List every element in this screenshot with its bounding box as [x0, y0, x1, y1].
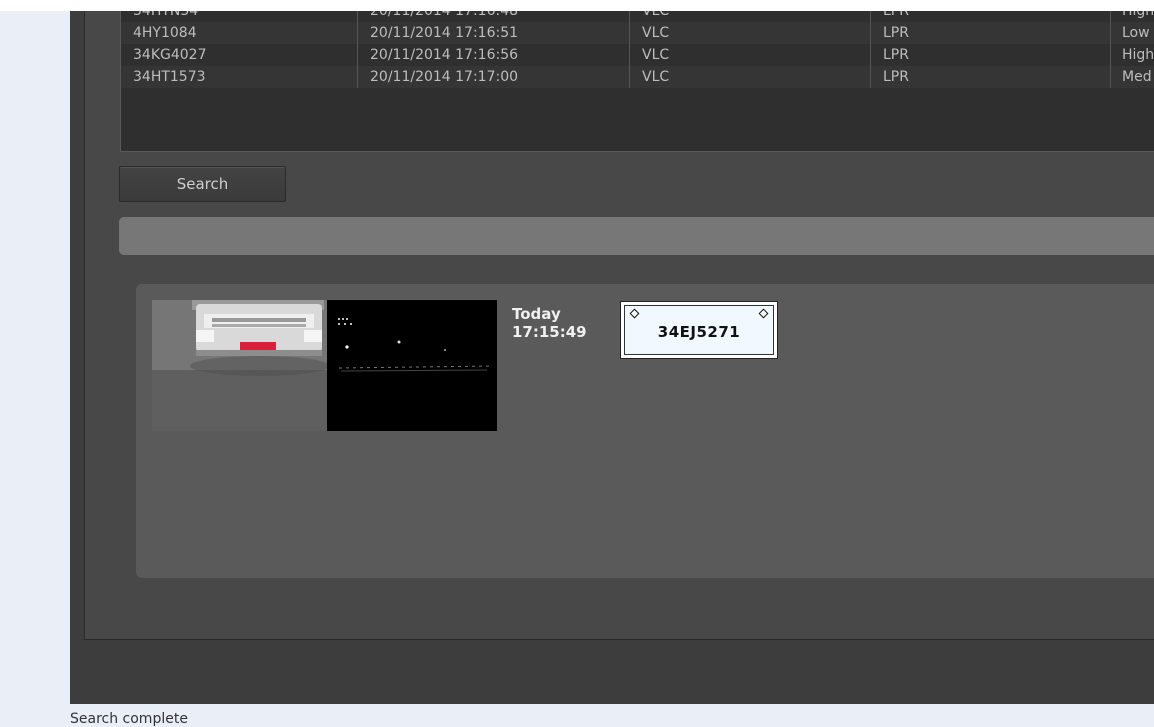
vehicle-color-thumbnail[interactable] — [152, 300, 327, 431]
datetime-cell: 20/11/2014 17:16:48 — [358, 11, 630, 22]
progress-bar — [119, 217, 1154, 255]
source-cell: VLC — [630, 11, 871, 22]
source-cell: VLC — [630, 66, 871, 88]
search-button[interactable]: Search — [119, 166, 286, 202]
truck-front-image — [152, 300, 327, 431]
confidence-cell: Low — [1122, 25, 1150, 41]
plate-bolt-icon — [758, 308, 769, 319]
plate-cell: 4HY1084 — [121, 22, 358, 44]
capture-day-label: Today — [512, 305, 561, 323]
source-cell: VLC — [630, 44, 871, 66]
type-cell: LPR — [871, 66, 1111, 88]
status-bar: Search complete — [70, 704, 1154, 727]
plate-face: 34EJ5271 — [624, 305, 774, 355]
datetime-cell: 20/11/2014 17:16:51 — [358, 22, 630, 44]
infrared-image — [327, 300, 497, 431]
type-cell: LPR — [871, 44, 1111, 66]
plate-cell: 34HT1573 — [121, 66, 358, 88]
type-cell: LPR — [871, 22, 1111, 44]
plate-cell: 34KG4027 — [121, 44, 358, 66]
vehicle-ir-thumbnail[interactable] — [327, 300, 497, 431]
status-text: Search complete — [70, 711, 188, 727]
window-top-strip — [0, 0, 1154, 11]
plate-number: 34EJ5271 — [657, 323, 741, 341]
capture-time-label: 17:15:49 — [512, 323, 587, 341]
datetime-cell: 20/11/2014 17:16:56 — [358, 44, 630, 66]
source-cell: VLC — [630, 22, 871, 44]
plate-cell: 34HYN34 — [121, 11, 358, 22]
table-row[interactable]: 34HYN34 20/11/2014 17:16:48 VLC LPR High — [121, 11, 1154, 22]
capture-timestamp: Today 17:15:49 — [512, 305, 587, 341]
license-plate-result[interactable]: 34EJ5271 — [620, 301, 778, 359]
datetime-cell: 20/11/2014 17:17:00 — [358, 66, 630, 88]
confidence-cell: Med — [1122, 69, 1152, 85]
results-table: 34HYN34 20/11/2014 17:16:48 VLC LPR High… — [120, 11, 1154, 152]
bottom-toolbar — [70, 640, 1154, 704]
table-row[interactable]: 34KG4027 20/11/2014 17:16:56 VLC LPR Hig… — [121, 44, 1154, 66]
confidence-cell: High — [1122, 11, 1154, 19]
plate-bolt-icon — [629, 308, 640, 319]
table-row[interactable]: 34HT1573 20/11/2014 17:17:00 VLC LPR Med — [121, 66, 1154, 88]
table-row[interactable]: 4HY1084 20/11/2014 17:16:51 VLC LPR Low — [121, 22, 1154, 44]
type-cell: LPR — [871, 11, 1111, 22]
confidence-cell: High — [1122, 47, 1154, 63]
